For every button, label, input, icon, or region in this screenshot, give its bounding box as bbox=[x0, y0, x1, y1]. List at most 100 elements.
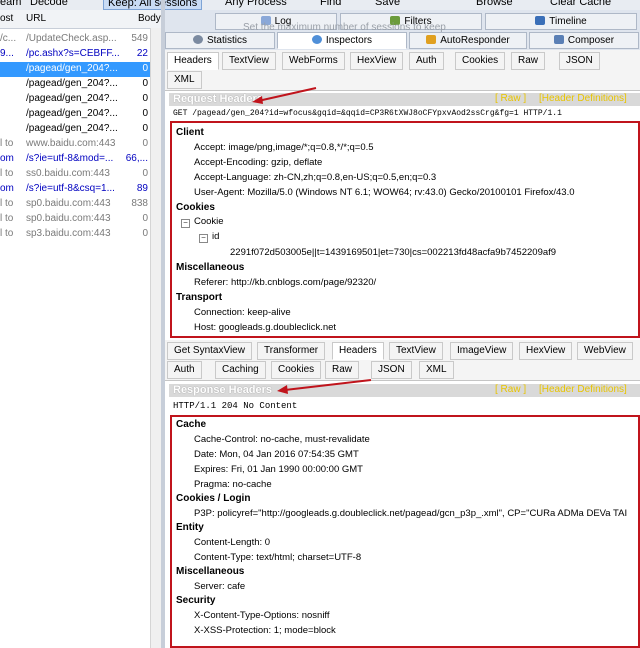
session-host: om bbox=[0, 183, 14, 194]
session-row[interactable]: l to www.baidu.com:443 0 bbox=[0, 137, 164, 152]
request-header-definitions-link[interactable]: [Header Definitions] bbox=[539, 93, 627, 104]
toolbar-stream-button[interactable]: eam bbox=[0, 0, 21, 8]
collapse-id-icon[interactable]: − bbox=[199, 234, 208, 243]
session-row[interactable]: /pagead/gen_204?... 0 bbox=[0, 77, 164, 92]
keep-sessions-dropdown[interactable]: Keep: All sessions bbox=[103, 0, 203, 10]
req-tab-json[interactable]: JSON bbox=[559, 52, 600, 70]
header-pragma: Pragma: no-cache bbox=[194, 479, 272, 490]
resp-tab-transformer[interactable]: Transformer bbox=[257, 342, 326, 360]
resp-tab-textview[interactable]: TextView bbox=[389, 342, 443, 360]
find-button[interactable]: Find bbox=[320, 0, 341, 8]
any-process-button[interactable]: Any Process bbox=[225, 0, 287, 8]
tab-timeline[interactable]: Timeline bbox=[485, 13, 637, 30]
req-tab-webforms[interactable]: WebForms bbox=[282, 52, 345, 70]
response-raw-link[interactable]: [ Raw ] bbox=[495, 384, 526, 395]
composer-icon bbox=[553, 35, 564, 44]
session-host: 9... bbox=[0, 48, 14, 59]
session-body-size: 0 bbox=[142, 63, 148, 74]
header-expires: Expires: Fri, 01 Jan 1990 00:00:00 GMT bbox=[194, 464, 363, 475]
resp-tab-auth[interactable]: Auth bbox=[167, 361, 202, 379]
tab-composer[interactable]: Composer bbox=[529, 32, 639, 49]
session-body-size: 0 bbox=[142, 168, 148, 179]
category-entity: Entity bbox=[176, 522, 204, 533]
session-row[interactable]: /pagead/gen_204?... 0 bbox=[0, 62, 164, 77]
category-miscellaneous: Miscellaneous bbox=[176, 262, 245, 273]
tab-statistics[interactable]: Statistics bbox=[165, 32, 275, 49]
request-line: GET /pagead/gen_204?id=wfocus&gqid=&qqid… bbox=[173, 109, 562, 118]
header-accept: Accept: image/png,image/*;q=0.8,*/*;q=0.… bbox=[194, 142, 374, 153]
session-url: sp0.baidu.com:443 bbox=[26, 198, 111, 209]
req-tab-auth[interactable]: Auth bbox=[409, 52, 444, 70]
req-tab-headers[interactable]: Headers bbox=[167, 52, 219, 70]
req-tab-hexview[interactable]: HexView bbox=[350, 52, 404, 70]
req-tab-raw[interactable]: Raw bbox=[511, 52, 546, 70]
session-body-size: 0 bbox=[142, 93, 148, 104]
header-x-content-type-options: X-Content-Type-Options: nosniff bbox=[194, 610, 330, 621]
req-tab-textview[interactable]: TextView bbox=[222, 52, 276, 70]
session-url: /pagead/gen_204?... bbox=[26, 78, 118, 89]
response-tabs: Get SyntaxView Transformer Headers TextV… bbox=[165, 340, 640, 381]
resp-tab-imageview[interactable]: ImageView bbox=[450, 342, 514, 360]
clear-cache-button[interactable]: Clear Cache bbox=[550, 0, 611, 8]
session-host: l to bbox=[0, 213, 14, 224]
resp-tab-json[interactable]: JSON bbox=[371, 361, 412, 379]
response-headers-title: Response Headers bbox=[173, 384, 273, 396]
session-body-size: 0 bbox=[142, 108, 148, 119]
cookie-id-node[interactable]: id bbox=[212, 231, 219, 242]
response-header-definitions-link[interactable]: [Header Definitions] bbox=[539, 384, 627, 395]
category-transport: Transport bbox=[176, 292, 223, 303]
column-host[interactable]: ost bbox=[0, 13, 13, 24]
response-headers-bar: Response Headers [ Raw ] [Header Definit… bbox=[169, 384, 640, 397]
resp-tab-xml[interactable]: XML bbox=[419, 361, 454, 379]
session-row[interactable]: om/s?ie=utf-8&csq=1... 89 bbox=[0, 182, 164, 197]
inspectors-icon bbox=[311, 35, 322, 44]
session-url: ss0.baidu.com:443 bbox=[26, 168, 110, 179]
session-host: l to bbox=[0, 168, 14, 179]
session-body-size: 89 bbox=[136, 183, 148, 194]
session-row[interactable]: l to sp3.baidu.com:443 0 bbox=[0, 227, 164, 242]
annotation-arrow-request bbox=[252, 87, 317, 104]
header-accept-language: Accept-Language: zh-CN,zh;q=0.8,en-US;q=… bbox=[194, 172, 437, 183]
session-row[interactable]: l to ss0.baidu.com:443 0 bbox=[0, 167, 164, 182]
request-tabs: Headers TextView WebForms HexView Auth C… bbox=[165, 50, 640, 91]
header-referer: Referer: http://kb.cnblogs.com/page/9232… bbox=[194, 277, 377, 288]
header-user-agent: User-Agent: Mozilla/5.0 (Windows NT 6.1;… bbox=[194, 187, 575, 198]
category-cookies-login: Cookies / Login bbox=[176, 493, 251, 504]
session-body-size: 549 bbox=[131, 33, 148, 44]
resp-tab-caching[interactable]: Caching bbox=[215, 361, 266, 379]
session-row[interactable]: /pagead/gen_204?... 0 bbox=[0, 122, 164, 137]
sessions-list[interactable]: ost URL Body /c... /UpdateCheck.asp... 549… bbox=[0, 10, 165, 648]
req-tab-xml[interactable]: XML bbox=[167, 71, 202, 89]
save-button[interactable]: Save bbox=[375, 0, 400, 8]
tab-inspectors[interactable]: Inspectors bbox=[277, 32, 407, 49]
response-status-line: HTTP/1.1 204 No Content bbox=[173, 401, 298, 411]
resp-tab-get-syntaxview[interactable]: Get SyntaxView bbox=[167, 342, 252, 360]
column-url[interactable]: URL bbox=[26, 13, 46, 24]
session-row[interactable]: l to sp0.baidu.com:443 838 bbox=[0, 197, 164, 212]
session-body-size: 66,... bbox=[125, 153, 148, 164]
session-row[interactable]: /c... /UpdateCheck.asp... 549 bbox=[0, 32, 164, 47]
browse-button[interactable]: Browse bbox=[476, 0, 513, 8]
resp-tab-headers[interactable]: Headers bbox=[332, 342, 384, 360]
header-p3p: P3P: policyref="http://googleads.g.doubl… bbox=[194, 508, 628, 519]
column-body[interactable]: Body bbox=[138, 13, 161, 24]
collapse-cookie-icon[interactable]: − bbox=[181, 219, 190, 228]
resp-tab-webview[interactable]: WebView bbox=[577, 342, 633, 360]
session-host: l to bbox=[0, 138, 14, 149]
request-raw-link[interactable]: [ Raw ] bbox=[495, 93, 526, 104]
session-row[interactable]: 9... /pc.ashx?s=CEBFF... 22 bbox=[0, 47, 164, 62]
sessions-header: ost URL Body bbox=[0, 10, 164, 29]
tab-autoresponder[interactable]: AutoResponder bbox=[409, 32, 527, 49]
resp-tab-hexview[interactable]: HexView bbox=[519, 342, 573, 360]
session-row[interactable]: om/s?ie=utf-8&mod=... 66,... bbox=[0, 152, 164, 167]
toolbar-decode-button[interactable]: Decode bbox=[30, 0, 68, 8]
req-tab-cookies[interactable]: Cookies bbox=[455, 52, 506, 70]
session-url: sp3.baidu.com:443 bbox=[26, 228, 111, 239]
cookie-node[interactable]: Cookie bbox=[194, 216, 224, 227]
session-row[interactable]: l to sp0.baidu.com:443 0 bbox=[0, 212, 164, 227]
category-cache: Cache bbox=[176, 419, 207, 430]
session-host: l to bbox=[0, 198, 14, 209]
header-x-xss-protection: X-XSS-Protection: 1; mode=block bbox=[194, 625, 336, 636]
session-row[interactable]: /pagead/gen_204?... 0 bbox=[0, 92, 164, 107]
session-row[interactable]: /pagead/gen_204?... 0 bbox=[0, 107, 164, 122]
